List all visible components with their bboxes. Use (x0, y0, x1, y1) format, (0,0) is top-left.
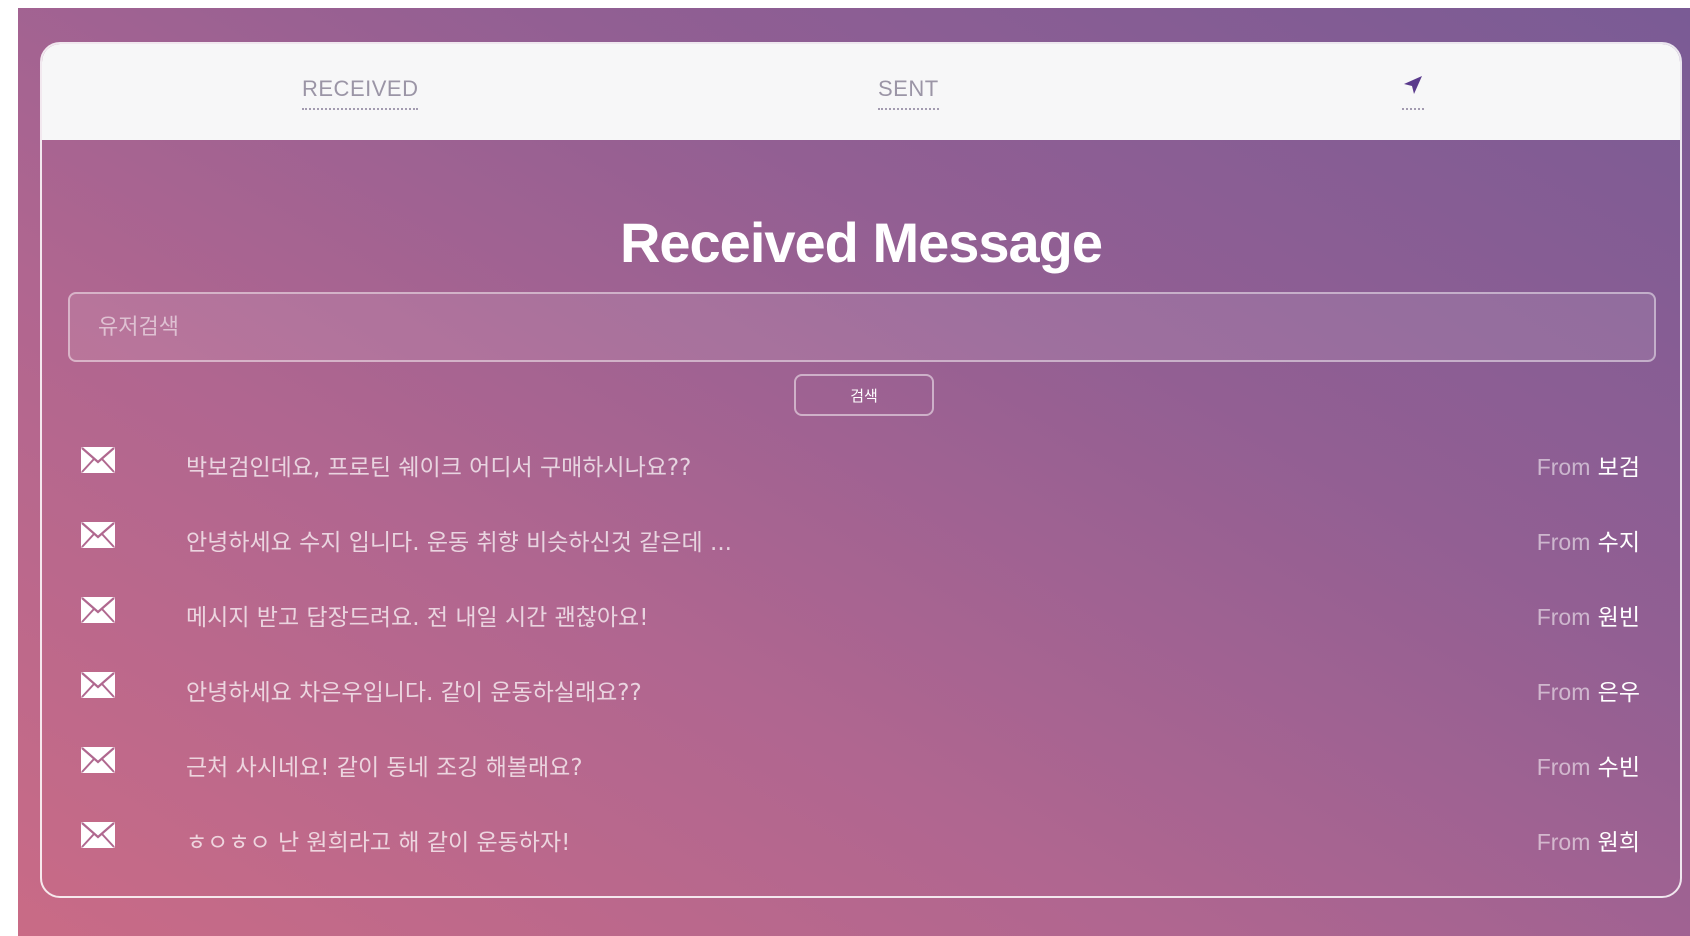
sender-name: 원빈 (1597, 605, 1640, 631)
search-input[interactable] (68, 292, 1656, 362)
message-preview: 안녕하세요 수지 입니다. 운동 취향 비슷하신것 같은데 ... (186, 530, 732, 556)
from-label: From (1536, 529, 1591, 555)
page-title: Received Message (619, 210, 1103, 274)
message-preview: 안녕하세요 차은우입니다. 같이 운동하실래요?? (186, 680, 642, 706)
from-label: From (1536, 754, 1591, 780)
message-preview: 박보검인데요, 프로틴 쉐이크 어디서 구매하시나요?? (186, 455, 692, 481)
message-sender: From 수지 (1537, 523, 1640, 557)
search-button[interactable]: 검색 (794, 374, 934, 416)
message-row[interactable]: 안녕하세요 차은우입니다. 같이 운동하실래요?? From 은우 (42, 669, 1680, 744)
message-sender: From 수빈 (1537, 748, 1640, 782)
sender-name: 은우 (1597, 680, 1640, 706)
envelope-icon (81, 597, 115, 623)
message-sender: From 원희 (1537, 823, 1640, 857)
message-card: RECEIVED SENT Received Message 검색 박보검인데요… (40, 42, 1682, 898)
tab-bar: RECEIVED SENT (42, 44, 1680, 140)
message-row[interactable]: 안녕하세요 수지 입니다. 운동 취향 비슷하신것 같은데 ... From 수… (42, 519, 1680, 594)
message-list: 박보검인데요, 프로틴 쉐이크 어디서 구매하시나요?? From 보검 안녕하… (42, 444, 1680, 894)
envelope-icon (81, 672, 115, 698)
tab-sent[interactable]: SENT (878, 76, 939, 110)
envelope-icon (81, 747, 115, 773)
message-sender: From 보검 (1537, 448, 1640, 482)
from-label: From (1536, 679, 1591, 705)
sender-name: 원희 (1597, 830, 1640, 856)
message-sender: From 은우 (1537, 673, 1640, 707)
from-label: From (1536, 604, 1591, 630)
envelope-icon (81, 822, 115, 848)
envelope-icon (81, 522, 115, 548)
message-row[interactable]: 박보검인데요, 프로틴 쉐이크 어디서 구매하시나요?? From 보검 (42, 444, 1680, 519)
message-preview: ㅎㅇㅎㅇ 난 원희라고 해 같이 운동하자! (186, 830, 571, 856)
message-row[interactable]: 근처 사시네요! 같이 동네 조깅 해볼래요? From 수빈 (42, 744, 1680, 819)
message-row[interactable]: 메시지 받고 답장드려요. 전 내일 시간 괜찮아요! From 원빈 (42, 594, 1680, 669)
tab-send-message[interactable] (1402, 74, 1424, 110)
sender-name: 수지 (1597, 530, 1640, 556)
from-label: From (1536, 829, 1591, 855)
tab-received[interactable]: RECEIVED (302, 76, 419, 110)
message-row[interactable]: ㅎㅇㅎㅇ 난 원희라고 해 같이 운동하자! From 원희 (42, 819, 1680, 894)
envelope-icon (81, 447, 115, 473)
from-label: From (1536, 454, 1591, 480)
paper-plane-icon (1404, 76, 1422, 94)
sender-name: 수빈 (1597, 755, 1640, 781)
sender-name: 보검 (1597, 455, 1640, 481)
message-sender: From 원빈 (1537, 598, 1640, 632)
message-preview: 근처 사시네요! 같이 동네 조깅 해볼래요? (186, 755, 583, 781)
message-preview: 메시지 받고 답장드려요. 전 내일 시간 괜찮아요! (186, 605, 649, 631)
